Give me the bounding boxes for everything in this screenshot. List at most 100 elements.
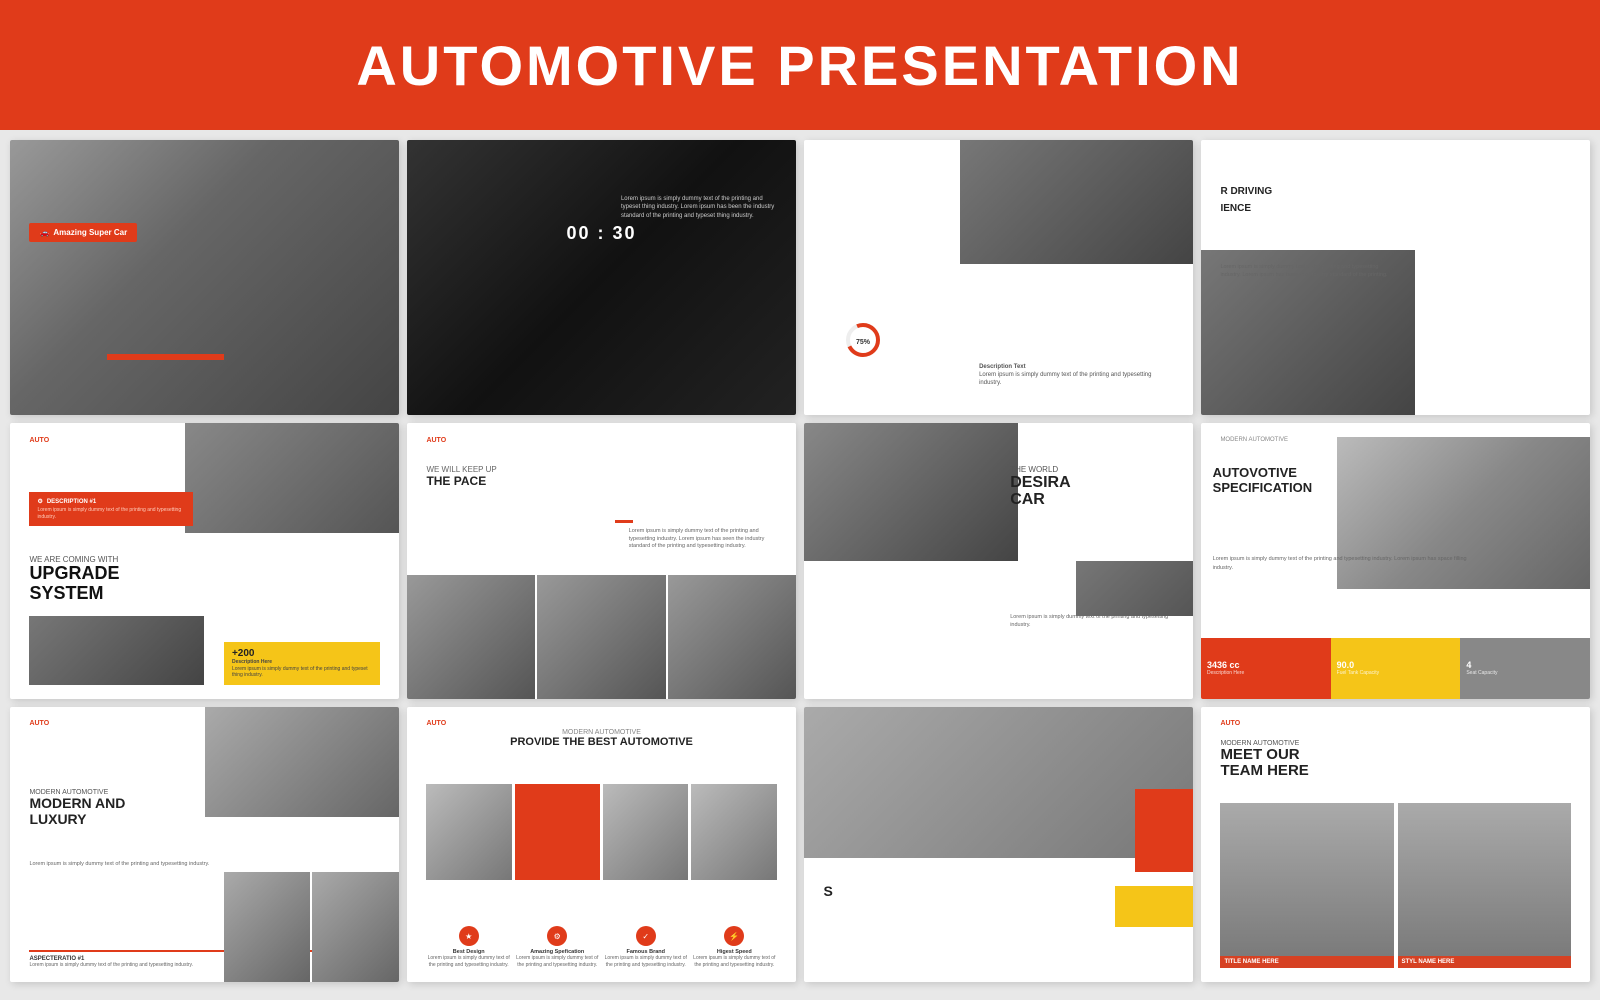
- slide-8[interactable]: Modern Automotive AUTOVOTIVESPECIFICATIO…: [1201, 423, 1590, 698]
- stat-val-8-3: 4: [1466, 660, 1584, 670]
- ccar-10-3: [603, 784, 688, 880]
- slide-4-subtitle: R DRIVING: [1220, 186, 1272, 197]
- subtitle-6: WE WILL KEEP UP: [426, 465, 496, 474]
- slide-10[interactable]: AUTO Modern Automotive PROVIDE THE BEST …: [407, 707, 796, 982]
- yellow-accent-11: [1115, 886, 1193, 927]
- feat-icon-10-3: ✓: [636, 926, 656, 946]
- desc-title-3: Description Text: [979, 364, 1026, 370]
- stat-val-8-1: 3436 cc: [1207, 660, 1325, 670]
- page-header: AUTOMOTIVE PRESENTATION: [0, 0, 1600, 130]
- desc-text-inner-5: Lorem ipsum is simply dummy text of the …: [37, 507, 184, 520]
- car-image-7: [804, 423, 1018, 561]
- red-accent-11: [1135, 789, 1193, 872]
- bottom-image-5: [29, 616, 204, 685]
- car-showcase-10: [426, 784, 776, 880]
- team-grid-12: TITLE NAME HERE STYL NAME HERE: [1220, 803, 1570, 968]
- title-6: THE PACE: [426, 474, 496, 488]
- countdown-timer: 00 : 30: [566, 223, 636, 244]
- slide-1[interactable]: 🚗 Amazing Super Car: [10, 140, 399, 415]
- title-8: AUTOVOTIVESPECIFICATION: [1213, 465, 1312, 496]
- title-9: MODERN ANDLUXURY: [29, 796, 125, 827]
- car-grid-6: [407, 575, 796, 699]
- title-11: S: [823, 883, 832, 899]
- slide-5[interactable]: AUTO ⚙ DESCRIPTION #1 Lorem ipsum is sim…: [10, 423, 399, 698]
- title-7: DESIRACAR: [1010, 474, 1173, 509]
- ccar-10-2: [515, 784, 600, 880]
- label-8: Modern Automotive: [1220, 437, 1288, 443]
- red-block-5: ⚙ DESCRIPTION #1 Lorem ipsum is simply d…: [29, 492, 192, 526]
- body-text-9: Lorem ipsum is simply dummy text of the …: [29, 861, 224, 869]
- features-row-10: ★ Best Design Lorem ipsum is simply dumm…: [426, 926, 776, 968]
- slide-4-title: R DRIVING IENCE: [1220, 181, 1272, 215]
- member-name-12-2: STYL NAME HERE: [1398, 956, 1571, 968]
- svg-text:75%: 75%: [856, 339, 871, 346]
- stat-cell-8-3: 4 Seat Capacity: [1460, 638, 1590, 699]
- bimg-9-2: [312, 872, 399, 982]
- right-desc-7: Lorem ipsum is simply dummy text of the …: [1010, 614, 1173, 629]
- feat-text-10-2: Lorem ipsum is simply dummy text of the …: [515, 955, 600, 968]
- gear-icon-5: ⚙: [37, 498, 42, 505]
- body-text-6: Lorem ipsum is simply dummy text of the …: [629, 528, 785, 551]
- red-accent-7: [1076, 561, 1193, 616]
- stat-val-8-2: 90.0: [1337, 660, 1455, 670]
- feat-icon-10-2: ⚙: [547, 926, 567, 946]
- number-label-5: Description Here Lorem ipsum is simply d…: [232, 659, 372, 679]
- upgrade-text: UPGRADESYSTEM: [29, 564, 119, 604]
- car-cell-6-3: [668, 575, 796, 699]
- the-world-text: THE WORLD: [1010, 465, 1173, 474]
- stat-cell-8-1: 3436 cc Description Here: [1201, 638, 1331, 699]
- badge-1: 🚗 Amazing Super Car: [29, 223, 137, 242]
- title-center-10: Modern Automotive PROVIDE THE BEST AUTOM…: [510, 729, 693, 748]
- slide-4[interactable]: R DRIVING IENCE Lorem ipsum is simply du…: [1201, 140, 1590, 415]
- red-line-6: [615, 520, 633, 523]
- slide-7[interactable]: AUTO THE WORLD DESIRACAR Lorem ipsum is …: [804, 423, 1193, 698]
- feat-text-10-1: Lorem ipsum is simply dummy text of the …: [426, 955, 511, 968]
- red-accent-bar: [107, 354, 224, 360]
- slide-12[interactable]: AUTO Modern Automotive MEET OURTEAM HERE…: [1201, 707, 1590, 982]
- feat-item-10-4: ⚡ Higest Speed Lorem ipsum is simply dum…: [692, 926, 777, 968]
- number-5: +200: [232, 648, 372, 659]
- car-image-1: [10, 140, 399, 415]
- car-cell-6-2: [537, 575, 665, 699]
- slide-3[interactable]: 75% Description Text Lorem ipsum is simp…: [804, 140, 1193, 415]
- slide-11[interactable]: S: [804, 707, 1193, 982]
- progress-circle: 75%: [843, 320, 883, 360]
- title-12: MEET OURTEAM HERE: [1220, 747, 1308, 780]
- slide-2[interactable]: 00 : 30 Lorem ipsum is simply dummy text…: [407, 140, 796, 415]
- slide-9[interactable]: AUTO Modern Automotive MODERN ANDLUXURY …: [10, 707, 399, 982]
- team-member-12-2: STYL NAME HERE: [1398, 803, 1571, 968]
- logo-5: AUTO: [29, 437, 49, 444]
- stat-label-8-2: Fuel Tank Capacity: [1337, 670, 1455, 676]
- stat-cell-8-2: 90.0 Fuel Tank Capacity: [1331, 638, 1461, 699]
- team-member-12-1: TITLE NAME HERE: [1220, 803, 1393, 968]
- title-area-12: Modern Automotive MEET OURTEAM HERE: [1220, 740, 1308, 780]
- stats-bar-8: 3436 cc Description Here 90.0 Fuel Tank …: [1201, 638, 1590, 699]
- dark-background: [407, 140, 796, 415]
- main-title-5: WE ARE COMING WITH UPGRADESYSTEM: [29, 555, 119, 604]
- car-cell-6-1: [407, 575, 535, 699]
- slides-grid: 🚗 Amazing Super Car 00 : 30 Lorem ipsum …: [0, 130, 1600, 1000]
- ccar-10-4: [691, 784, 776, 880]
- feat-icon-10-4: ⚡: [724, 926, 744, 946]
- top-image-3: [960, 140, 1193, 264]
- main-title-6: WE WILL KEEP UP THE PACE: [426, 465, 496, 488]
- right-title-7: THE WORLD DESIRACAR: [1010, 465, 1173, 509]
- top-image-9: [205, 707, 400, 817]
- feat-text-10-4: Lorem ipsum is simply dummy text of the …: [692, 955, 777, 968]
- slide-6[interactable]: AUTO WE WILL KEEP UP THE PACE Lorem ipsu…: [407, 423, 796, 698]
- page-title: AUTOMOTIVE PRESENTATION: [356, 33, 1243, 98]
- stat-label-8-3: Seat Capacity: [1466, 670, 1584, 676]
- badge-label: Amazing Super Car: [53, 228, 127, 237]
- desc-body-3: Lorem ipsum is simply dummy text of the …: [979, 371, 1174, 388]
- body-text-4: Lorem ipsum is simply dummy text of the …: [1220, 264, 1395, 279]
- feat-item-10-3: ✓ Famous Brand Lorem ipsum is simply dum…: [604, 926, 689, 968]
- desc-label-5: ⚙ DESCRIPTION #1: [37, 498, 184, 505]
- body-text-8: Lorem ipsum is simply dummy text of the …: [1213, 555, 1485, 572]
- bimg-9-1: [224, 872, 311, 982]
- logo-9: AUTO: [29, 720, 49, 727]
- feat-item-10-2: ⚙ Amazing Spefication Lorem ipsum is sim…: [515, 926, 600, 968]
- bottom-images-9: [224, 872, 399, 982]
- stat-label-8-1: Description Here: [1207, 670, 1325, 676]
- car-icon: 🚗: [39, 228, 49, 237]
- title-block-4: R DRIVING IENCE: [1220, 181, 1272, 215]
